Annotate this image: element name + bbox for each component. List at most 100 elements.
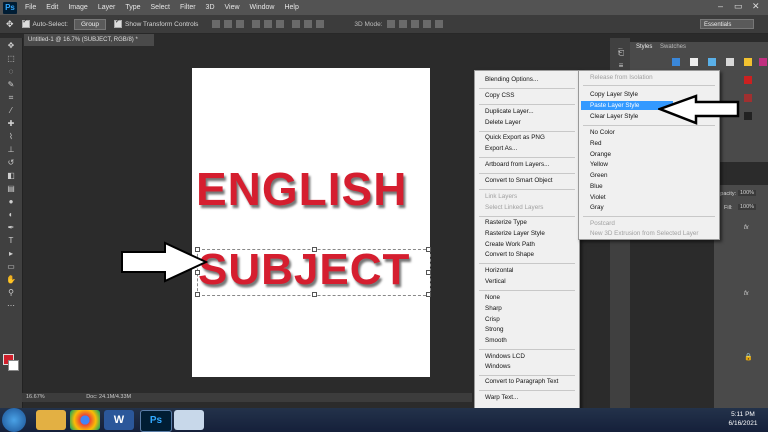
menu-item-smooth[interactable]: Smooth — [485, 337, 507, 344]
style-swatch[interactable] — [690, 58, 698, 66]
menu-item-windows[interactable]: Windows — [485, 363, 511, 370]
path-select-tool[interactable]: ▸ — [5, 249, 17, 259]
3d-rotate-icon[interactable] — [386, 20, 395, 28]
healing-tool[interactable]: ✚ — [5, 119, 17, 129]
menu-select[interactable]: Select — [151, 4, 170, 11]
distribute-icon-2[interactable] — [304, 20, 313, 28]
style-swatch[interactable] — [726, 58, 734, 66]
menu-item-warp-text[interactable]: Warp Text... — [485, 394, 518, 401]
swatches-tab[interactable]: Swatches — [660, 44, 686, 50]
hand-tool[interactable]: ✋ — [5, 275, 17, 285]
menu-window[interactable]: Window — [250, 4, 275, 11]
menu-type[interactable]: Type — [125, 4, 140, 11]
menu-item-artboard-from-layers[interactable]: Artboard from Layers... — [485, 161, 549, 168]
eyedropper-tool[interactable]: ⁄ — [5, 106, 17, 116]
document-canvas[interactable]: ENGLISH SUBJECT — [192, 68, 430, 377]
maximize-icon[interactable]: ▭ — [734, 1, 743, 12]
menu-item-yellow[interactable]: Yellow — [590, 161, 608, 168]
style-swatch[interactable] — [744, 76, 752, 84]
style-swatch[interactable] — [672, 58, 680, 66]
menu-item-no-color[interactable]: No Color — [590, 129, 615, 136]
align-center-icon[interactable] — [264, 20, 273, 28]
menu-item-horizontal[interactable]: Horizontal — [485, 267, 513, 274]
menu-item-gray[interactable]: Gray — [590, 204, 604, 211]
align-middle-icon[interactable] — [224, 20, 233, 28]
3d-drag-icon[interactable] — [410, 20, 419, 28]
align-top-icon[interactable] — [212, 20, 221, 28]
style-swatch[interactable] — [708, 58, 716, 66]
menu-item-convert-paragraph-text[interactable]: Convert to Paragraph Text — [485, 378, 558, 385]
system-clock[interactable]: 5:11 PM 6/16/2021 — [718, 410, 768, 428]
menu-filter[interactable]: Filter — [180, 4, 196, 11]
align-bottom-icon[interactable] — [236, 20, 245, 28]
menu-view[interactable]: View — [225, 4, 240, 11]
align-left-icon[interactable] — [252, 20, 261, 28]
background-color-swatch[interactable] — [8, 360, 19, 371]
more-tools-icon[interactable]: ⋯ — [5, 301, 17, 311]
menu-item-paste-layer-style[interactable]: Paste Layer Style — [590, 102, 639, 109]
menu-item-blue[interactable]: Blue — [590, 183, 603, 190]
english-text-layer[interactable]: ENGLISH — [196, 162, 407, 216]
menu-item-create-work-path[interactable]: Create Work Path — [485, 241, 535, 248]
menu-item-none[interactable]: None — [485, 294, 500, 301]
menu-edit[interactable]: Edit — [46, 4, 58, 11]
align-right-icon[interactable] — [276, 20, 285, 28]
start-button-icon[interactable] — [2, 408, 26, 432]
menu-item-copy-layer-style[interactable]: Copy Layer Style — [590, 91, 638, 98]
show-transform-checkbox[interactable] — [114, 18, 123, 28]
blur-tool[interactable]: ● — [5, 197, 17, 207]
lasso-tool[interactable]: ◌ — [5, 67, 17, 77]
auto-select-checkbox[interactable] — [21, 18, 30, 28]
menu-3d[interactable]: 3D — [206, 4, 215, 11]
word-icon[interactable]: W — [104, 410, 134, 430]
3d-slide-icon[interactable] — [422, 20, 431, 28]
marquee-tool[interactable]: ⬚ — [5, 54, 17, 64]
menu-item-red[interactable]: Red — [590, 140, 602, 147]
minimize-icon[interactable]: – — [718, 1, 723, 11]
chrome-icon[interactable] — [70, 410, 100, 430]
menu-item-sharp[interactable]: Sharp — [485, 305, 502, 312]
menu-file[interactable]: File — [25, 4, 36, 11]
menu-item-clear-layer-style[interactable]: Clear Layer Style — [590, 113, 638, 120]
transform-handle[interactable] — [312, 292, 317, 297]
transform-handle[interactable] — [426, 247, 431, 252]
3d-scale-icon[interactable] — [434, 20, 443, 28]
transform-handle[interactable] — [426, 270, 431, 275]
distribute-icon-3[interactable] — [316, 20, 325, 28]
menu-item-green[interactable]: Green — [590, 172, 608, 179]
close-icon[interactable]: ✕ — [752, 1, 760, 12]
move-tool-icon[interactable]: ✥ — [6, 19, 14, 30]
styles-tab[interactable]: Styles — [636, 44, 652, 50]
transform-handle[interactable] — [195, 292, 200, 297]
menu-image[interactable]: Image — [68, 4, 87, 11]
menu-item-duplicate-layer[interactable]: Duplicate Layer... — [485, 108, 534, 115]
menu-item-delete-layer[interactable]: Delete Layer — [485, 119, 521, 126]
opacity-input[interactable]: 100% — [738, 190, 757, 196]
stamp-tool[interactable]: ⊥ — [5, 145, 17, 155]
menu-item-export-as[interactable]: Export As... — [485, 145, 517, 152]
menu-item-windows-lcd[interactable]: Windows LCD — [485, 353, 525, 360]
layer-effects-icon[interactable]: fx — [744, 291, 749, 297]
group-select[interactable]: Group — [73, 18, 107, 30]
menu-item-vertical[interactable]: Vertical — [485, 278, 506, 285]
menu-item-quick-export[interactable]: Quick Export as PNG — [485, 134, 545, 141]
history-panel-icon[interactable]: ⎗ — [615, 48, 627, 58]
transform-bounding-box[interactable] — [195, 247, 431, 297]
zoom-level[interactable]: 16.67% — [26, 394, 45, 400]
pen-tool[interactable]: ✒ — [5, 223, 17, 233]
transform-handle[interactable] — [426, 292, 431, 297]
shape-tool[interactable]: ▭ — [5, 262, 17, 272]
document-tab[interactable]: Untitled-1 @ 16.7% (SUBJECT, RGB/8) * — [24, 34, 154, 46]
crop-tool[interactable]: ⌗ — [5, 93, 17, 103]
file-explorer-icon[interactable] — [36, 410, 66, 430]
menu-item-rasterize-layer-style[interactable]: Rasterize Layer Style — [485, 230, 545, 237]
style-swatch[interactable] — [744, 112, 752, 120]
menu-item-convert-smart-object[interactable]: Convert to Smart Object — [485, 177, 553, 184]
style-swatch[interactable] — [744, 58, 752, 66]
3d-roll-icon[interactable] — [398, 20, 407, 28]
menu-item-rasterize-type[interactable]: Rasterize Type — [485, 219, 527, 226]
move-tool[interactable]: ✥ — [5, 41, 17, 51]
menu-item-strong[interactable]: Strong — [485, 326, 504, 333]
workspace-select[interactable]: Essentials — [700, 19, 754, 29]
style-swatch[interactable] — [759, 58, 767, 66]
